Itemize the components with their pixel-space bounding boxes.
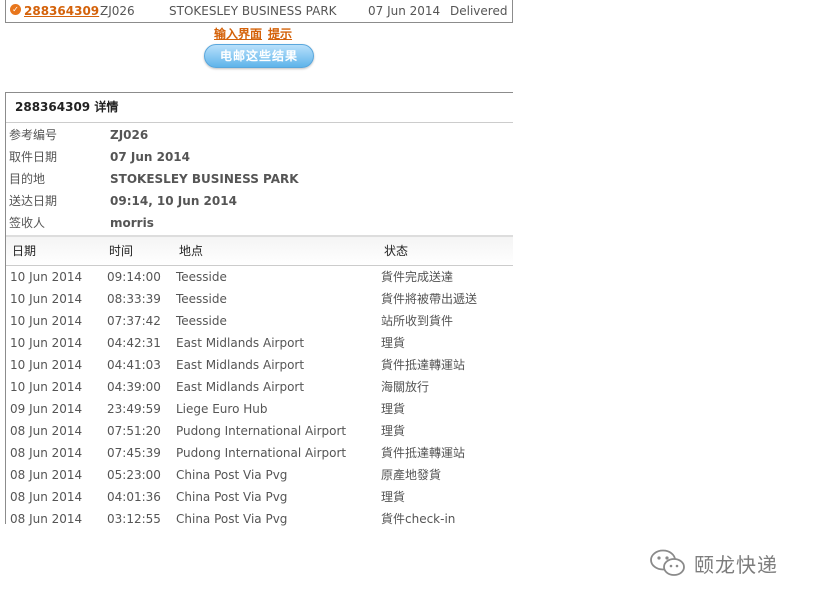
table-row: 10 Jun 2014 04:39:00 East Midlands Airport…	[6, 376, 513, 398]
event-time: 04:41:03	[107, 358, 161, 372]
detail-field-value: STOKESLEY BUSINESS PARK	[110, 172, 299, 186]
details-title: 288364309 详情	[6, 93, 513, 123]
hint-link[interactable]: 提示	[268, 27, 292, 41]
column-header-date: 日期	[12, 244, 37, 258]
events-table-body: 10 Jun 2014 09:14:00 Teesside 貨件完成送達 10 Jun …	[6, 266, 513, 530]
event-location: China Post Via Pvg	[176, 468, 288, 482]
event-time: 23:49:59	[107, 402, 161, 416]
table-row: 10 Jun 2014 07:37:42 Teesside 站所收到貨件	[6, 310, 513, 332]
detail-field-value: 07 Jun 2014	[110, 150, 191, 164]
table-row: 08 Jun 2014 07:45:39 Pudong International …	[6, 442, 513, 464]
detail-field-row: 送达日期 09:14, 10 Jun 2014	[6, 190, 513, 212]
detail-field-label: 签收人	[9, 216, 46, 230]
input-screen-link[interactable]: 输入界面	[214, 27, 262, 41]
event-time: 07:37:42	[107, 314, 161, 328]
events-table-header: 日期 时间 地点 状态	[6, 235, 513, 266]
event-time: 09:14:00	[107, 270, 161, 284]
summary-status: Delivered	[450, 4, 508, 18]
event-location: Liege Euro Hub	[176, 402, 268, 416]
event-date: 08 Jun 2014	[10, 468, 83, 482]
details-panel: 288364309 详情 参考编号 ZJ026 取件日期 07 Jun 2014 目的地…	[5, 92, 513, 526]
table-row: 10 Jun 2014 04:42:31 East Midlands Airport…	[6, 332, 513, 354]
links-row: 输入界面 提示	[214, 25, 298, 42]
checkmark-icon: ✓	[10, 4, 21, 15]
event-location: Teesside	[176, 270, 227, 284]
event-date: 08 Jun 2014	[10, 512, 83, 526]
column-header-status: 状态	[384, 244, 409, 258]
event-time: 07:51:20	[107, 424, 161, 438]
event-location: East Midlands Airport	[176, 358, 305, 372]
summary-reference: ZJ026	[100, 4, 135, 18]
email-results-button[interactable]: 电邮这些结果	[204, 44, 314, 68]
watermark: 颐龙快递	[648, 545, 778, 581]
summary-destination: STOKESLEY BUSINESS PARK	[169, 4, 337, 18]
detail-field-label: 送达日期	[9, 194, 58, 208]
detail-field-row: 取件日期 07 Jun 2014	[6, 146, 513, 168]
table-row: 09 Jun 2014 23:49:59 Liege Euro Hub 理貨	[6, 398, 513, 420]
event-status: 理貨	[381, 424, 406, 438]
detail-field-row: 目的地 STOKESLEY BUSINESS PARK	[6, 168, 513, 190]
event-status: 貨件將被帶出遞送	[381, 292, 478, 306]
event-time: 08:33:39	[107, 292, 161, 306]
event-location: Pudong International Airport	[176, 446, 347, 460]
table-row: 08 Jun 2014 07:51:20 Pudong International …	[6, 420, 513, 442]
shipment-summary-row: ✓ 288364309 ZJ026 STOKESLEY BUSINESS PAR…	[5, 0, 513, 23]
detail-field-row: 签收人 morris	[6, 212, 513, 234]
event-status: 貨件完成送達	[381, 270, 454, 284]
column-header-location: 地点	[179, 244, 204, 258]
event-time: 05:23:00	[107, 468, 161, 482]
event-date: 10 Jun 2014	[10, 270, 83, 284]
event-location: Teesside	[176, 292, 227, 306]
detail-field-label: 参考编号	[9, 128, 58, 142]
event-status: 理貨	[381, 402, 406, 416]
event-date: 10 Jun 2014	[10, 314, 83, 328]
detail-field-value: 09:14, 10 Jun 2014	[110, 194, 237, 208]
watermark-text: 颐龙快递	[694, 552, 778, 577]
details-fields: 参考编号 ZJ026 取件日期 07 Jun 2014 目的地 STOKESLEY BUS…	[6, 123, 513, 234]
table-row: 08 Jun 2014 03:12:55 China Post Via Pvg 貨件c…	[6, 508, 513, 530]
event-time: 04:42:31	[107, 336, 161, 350]
event-status: 海關放行	[381, 380, 430, 394]
event-status: 理貨	[381, 336, 406, 350]
event-status: 貨件抵達轉運站	[381, 446, 466, 460]
event-location: East Midlands Airport	[176, 336, 305, 350]
event-location: China Post Via Pvg	[176, 490, 288, 504]
event-status: 理貨	[381, 490, 406, 504]
table-row: 10 Jun 2014 04:41:03 East Midlands Airport…	[6, 354, 513, 376]
event-date: 08 Jun 2014	[10, 446, 83, 460]
event-location: East Midlands Airport	[176, 380, 305, 394]
table-row: 08 Jun 2014 05:23:00 China Post Via Pvg 原產地…	[6, 464, 513, 486]
column-header-time: 时间	[109, 244, 134, 258]
detail-field-value: ZJ026	[110, 128, 149, 142]
event-date: 08 Jun 2014	[10, 490, 83, 504]
event-status: 貨件抵達轉運站	[381, 358, 466, 372]
detail-field-label: 取件日期	[9, 150, 58, 164]
event-location: Teesside	[176, 314, 227, 328]
event-date: 08 Jun 2014	[10, 424, 83, 438]
tracking-number-link[interactable]: 288364309	[24, 4, 99, 19]
event-time: 03:12:55	[107, 512, 161, 526]
event-status: 站所收到貨件	[381, 314, 454, 328]
wechat-icon	[650, 549, 685, 576]
event-time: 04:39:00	[107, 380, 161, 394]
event-date: 10 Jun 2014	[10, 336, 83, 350]
event-time: 07:45:39	[107, 446, 161, 460]
detail-field-label: 目的地	[9, 172, 46, 186]
event-date: 09 Jun 2014	[10, 402, 83, 416]
event-location: China Post Via Pvg	[176, 512, 288, 526]
event-date: 10 Jun 2014	[10, 358, 83, 372]
summary-date: 07 Jun 2014	[368, 4, 441, 18]
table-row: 10 Jun 2014 09:14:00 Teesside 貨件完成送達	[6, 266, 513, 288]
event-status: 原產地發貨	[381, 468, 442, 482]
table-row: 10 Jun 2014 08:33:39 Teesside 貨件將被帶出遞送	[6, 288, 513, 310]
table-row: 08 Jun 2014 04:01:36 China Post Via Pvg 理貨	[6, 486, 513, 508]
detail-field-row: 参考编号 ZJ026	[6, 124, 513, 146]
detail-field-value: morris	[110, 216, 154, 230]
event-date: 10 Jun 2014	[10, 292, 83, 306]
event-location: Pudong International Airport	[176, 424, 347, 438]
event-date: 10 Jun 2014	[10, 380, 83, 394]
event-status: 貨件check-in	[381, 512, 456, 526]
event-time: 04:01:36	[107, 490, 161, 504]
